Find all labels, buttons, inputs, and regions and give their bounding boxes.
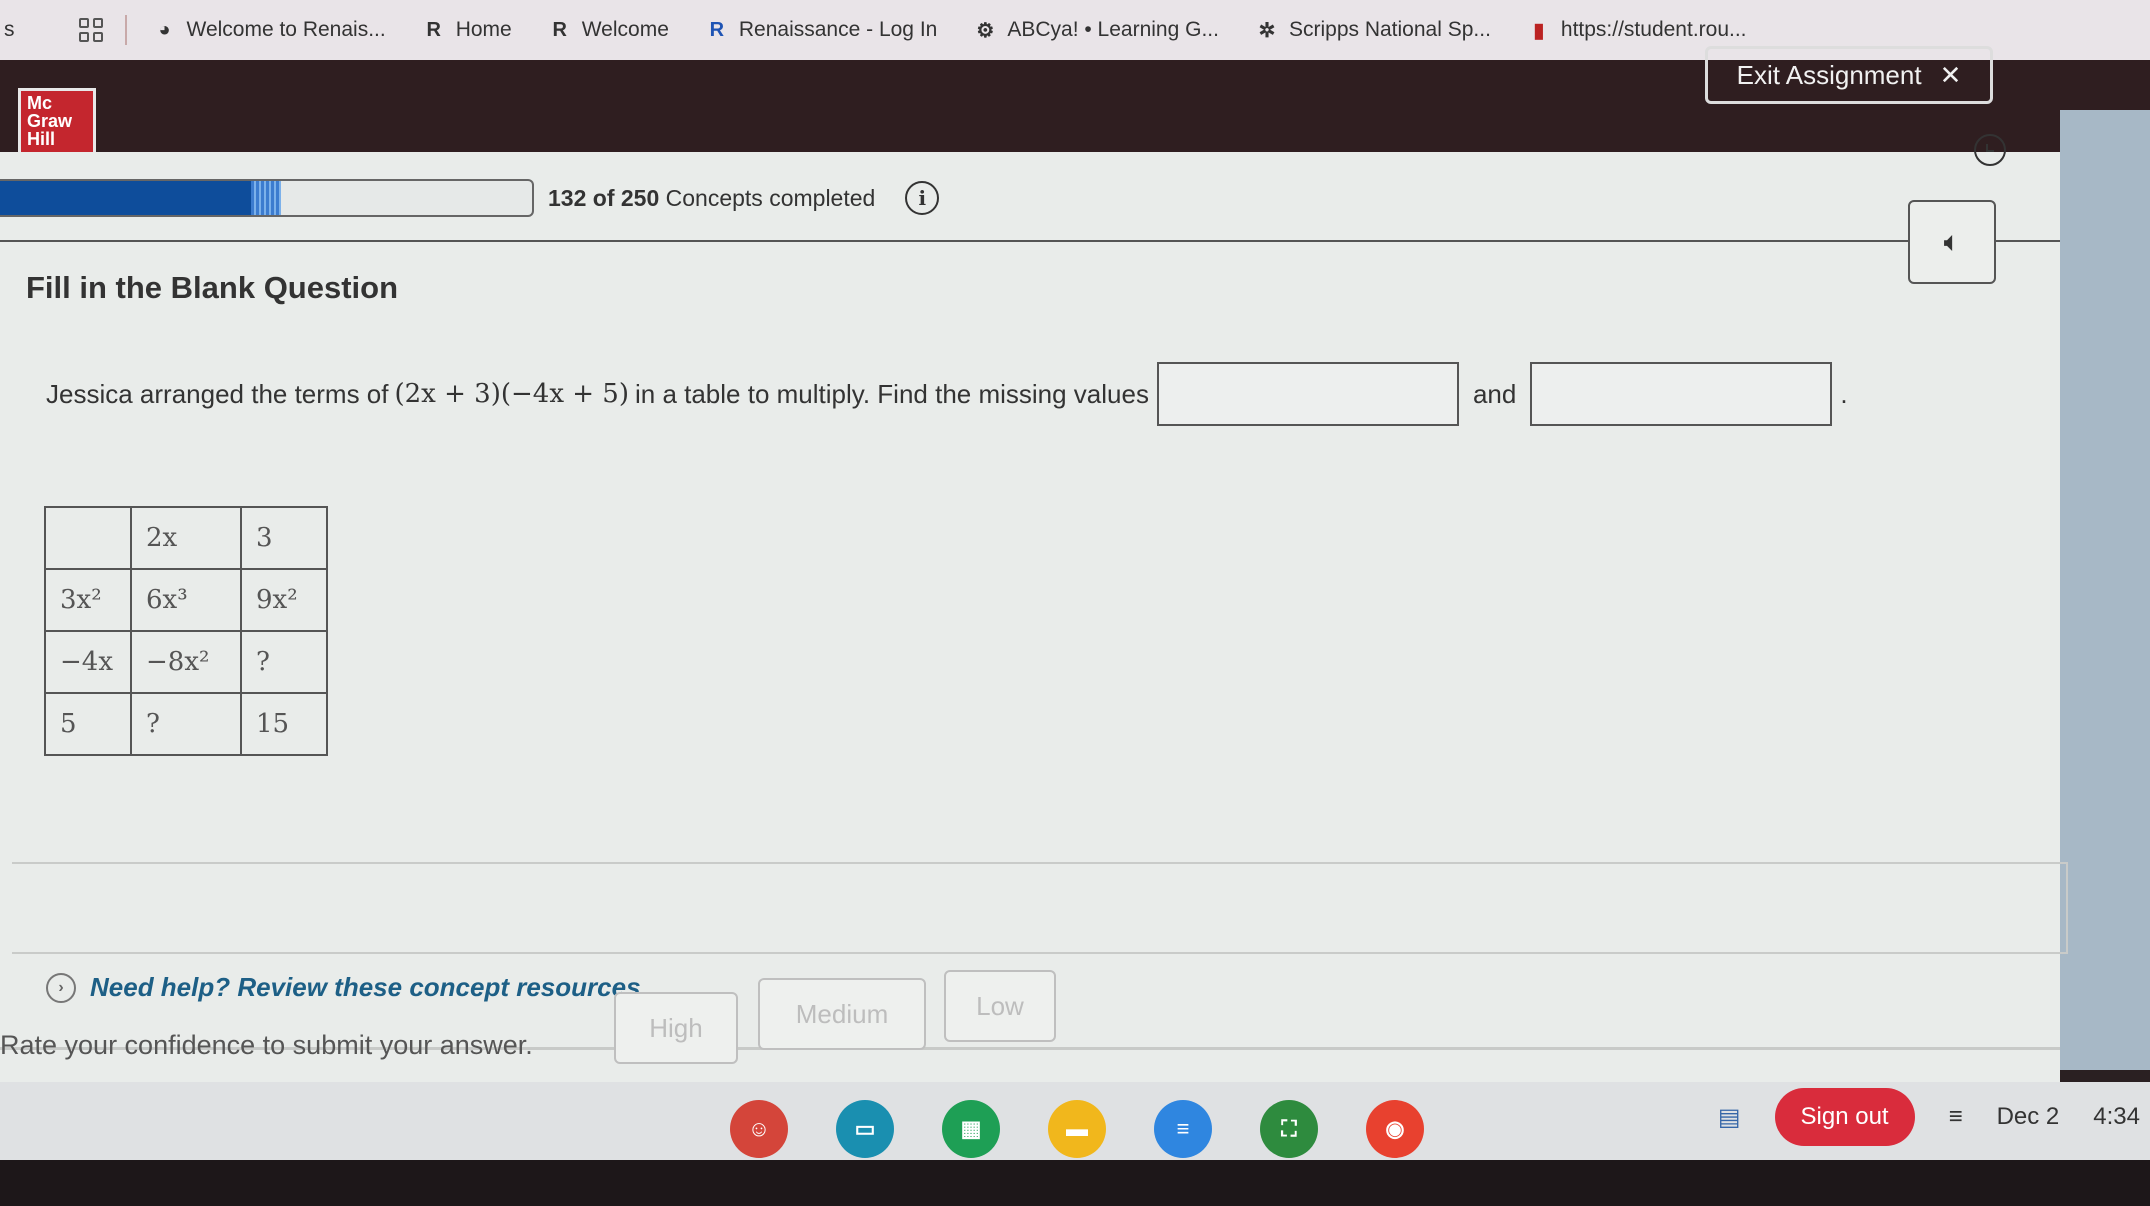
progress-divider xyxy=(0,240,2060,242)
app-slides-icon[interactable]: ▬ xyxy=(1048,1100,1106,1158)
exit-assignment-button[interactable]: Exit Assignment ✕ xyxy=(1705,46,1993,104)
read-aloud-button[interactable]: 🔈︎ xyxy=(1908,200,1996,284)
app-classroom-teal-icon[interactable]: ▭ xyxy=(836,1100,894,1158)
confidence-low-button[interactable]: Low xyxy=(944,970,1056,1042)
renaissance-icon: R xyxy=(426,18,441,41)
table-row: 5 ? 15 xyxy=(44,692,328,756)
progress-row: 132 of 250 Concepts completed i xyxy=(0,170,2060,226)
table-cell: 3 xyxy=(240,506,328,570)
timer-icon[interactable] xyxy=(1974,134,2006,166)
confidence-label: Rate your confidence to submit your answ… xyxy=(0,1030,533,1060)
bookmark-student[interactable]: ▮ https://student.rou... xyxy=(1527,18,1746,42)
table-cell: 6x³ xyxy=(130,568,242,632)
table-cell: 2x xyxy=(130,506,242,570)
notes-icon[interactable]: ▤ xyxy=(1718,1103,1741,1132)
table-cell: 9x² xyxy=(240,568,328,632)
renaissance-icon: R xyxy=(552,18,567,41)
progress-bar-tip xyxy=(250,181,281,215)
bookmark-welcome-to-renaissance[interactable]: ◕ Welcome to Renais... xyxy=(153,18,385,42)
table-cell: −4x xyxy=(44,630,132,694)
globe-icon: ◕ xyxy=(158,18,171,41)
bookmark-renaissance-login[interactable]: R Renaissance - Log In xyxy=(705,18,938,42)
speaker-icon: 🔈︎ xyxy=(1943,225,1961,257)
app-classroom-icon[interactable]: ⛶ xyxy=(1260,1100,1318,1158)
app-docs-icon[interactable]: ≡ xyxy=(1154,1100,1212,1158)
abcya-icon: ⚙ xyxy=(976,19,995,42)
progress-bar-fill xyxy=(0,181,281,215)
table-cell xyxy=(44,506,132,570)
info-icon[interactable]: i xyxy=(905,181,940,215)
time[interactable]: 4:34 xyxy=(2093,1103,2140,1131)
app-sheets-icon[interactable]: ▦ xyxy=(942,1100,1000,1158)
bookmark-home[interactable]: R Home xyxy=(422,18,511,42)
question-prompt: Jessica arranged the terms of (2x + 3)(−… xyxy=(46,362,1848,426)
bookmark-partial[interactable]: s xyxy=(4,18,15,42)
answer-blank-1[interactable] xyxy=(1156,362,1459,426)
progress-bar xyxy=(0,179,534,217)
screen-bezel xyxy=(0,1160,2150,1206)
student-icon: ▮ xyxy=(1533,19,1545,42)
table-cell: ? xyxy=(240,630,328,694)
multiplication-table: 2x 3 3x² 6x³ 9x² −4x −8x² ? 5 ? 15 xyxy=(44,506,328,756)
table-cell: 3x² xyxy=(44,568,132,632)
concept-resources-link[interactable]: › Need help? Review these concept resour… xyxy=(46,972,648,1003)
system-tray: ▤ Sign out ≡ Dec 2 4:34 xyxy=(1718,1082,2150,1152)
bookmarks-separator xyxy=(124,15,127,45)
renaissance-r-icon: R xyxy=(709,18,725,41)
question-type-title: Fill in the Blank Question xyxy=(26,270,399,305)
apps-grid-icon[interactable] xyxy=(78,18,103,42)
date[interactable]: Dec 2 xyxy=(1997,1103,2060,1131)
table-cell: 5 xyxy=(44,692,132,756)
ime-icon[interactable]: ≡ xyxy=(1949,1103,1963,1131)
background-strip xyxy=(2060,110,2150,1070)
progress-text: 132 of 250 Concepts completed xyxy=(548,184,876,211)
confidence-high-button[interactable]: High xyxy=(614,992,738,1064)
mcgraw-hill-logo: Mc Graw Hill xyxy=(18,88,96,158)
answer-blank-2[interactable] xyxy=(1530,362,1833,426)
table-row: −4x −8x² ? xyxy=(44,630,328,694)
sign-out-button[interactable]: Sign out xyxy=(1774,1088,1915,1146)
expression: (2x + 3)(−4x + 5) xyxy=(394,379,629,409)
app-chrome-icon[interactable]: ◉ xyxy=(1366,1100,1424,1158)
table-cell: ? xyxy=(130,692,242,756)
confidence-medium-button[interactable]: Medium xyxy=(758,978,926,1050)
question-panel: 132 of 250 Concepts completed i 🔈︎ Fill … xyxy=(0,134,2068,1082)
table-row: 2x 3 xyxy=(44,506,328,570)
close-icon: ✕ xyxy=(1939,59,1962,90)
app-red-icon[interactable]: ☺ xyxy=(730,1100,788,1158)
bookmark-scripps[interactable]: ✲ Scripps National Sp... xyxy=(1255,18,1491,42)
chevron-right-icon: › xyxy=(46,972,76,1003)
table-cell: −8x² xyxy=(130,630,242,694)
bookmark-abcya[interactable]: ⚙ ABCya! • Learning G... xyxy=(973,18,1219,42)
scripps-icon: ✲ xyxy=(1258,19,1276,42)
table-row: 3x² 6x³ 9x² xyxy=(44,568,328,632)
table-cell: 15 xyxy=(240,692,328,756)
answer-area xyxy=(12,862,2068,954)
app-dock: ☺ ▭ ▦ ▬ ≡ ⛶ ◉ xyxy=(730,1100,1424,1158)
bookmark-welcome[interactable]: R Welcome xyxy=(548,18,669,42)
